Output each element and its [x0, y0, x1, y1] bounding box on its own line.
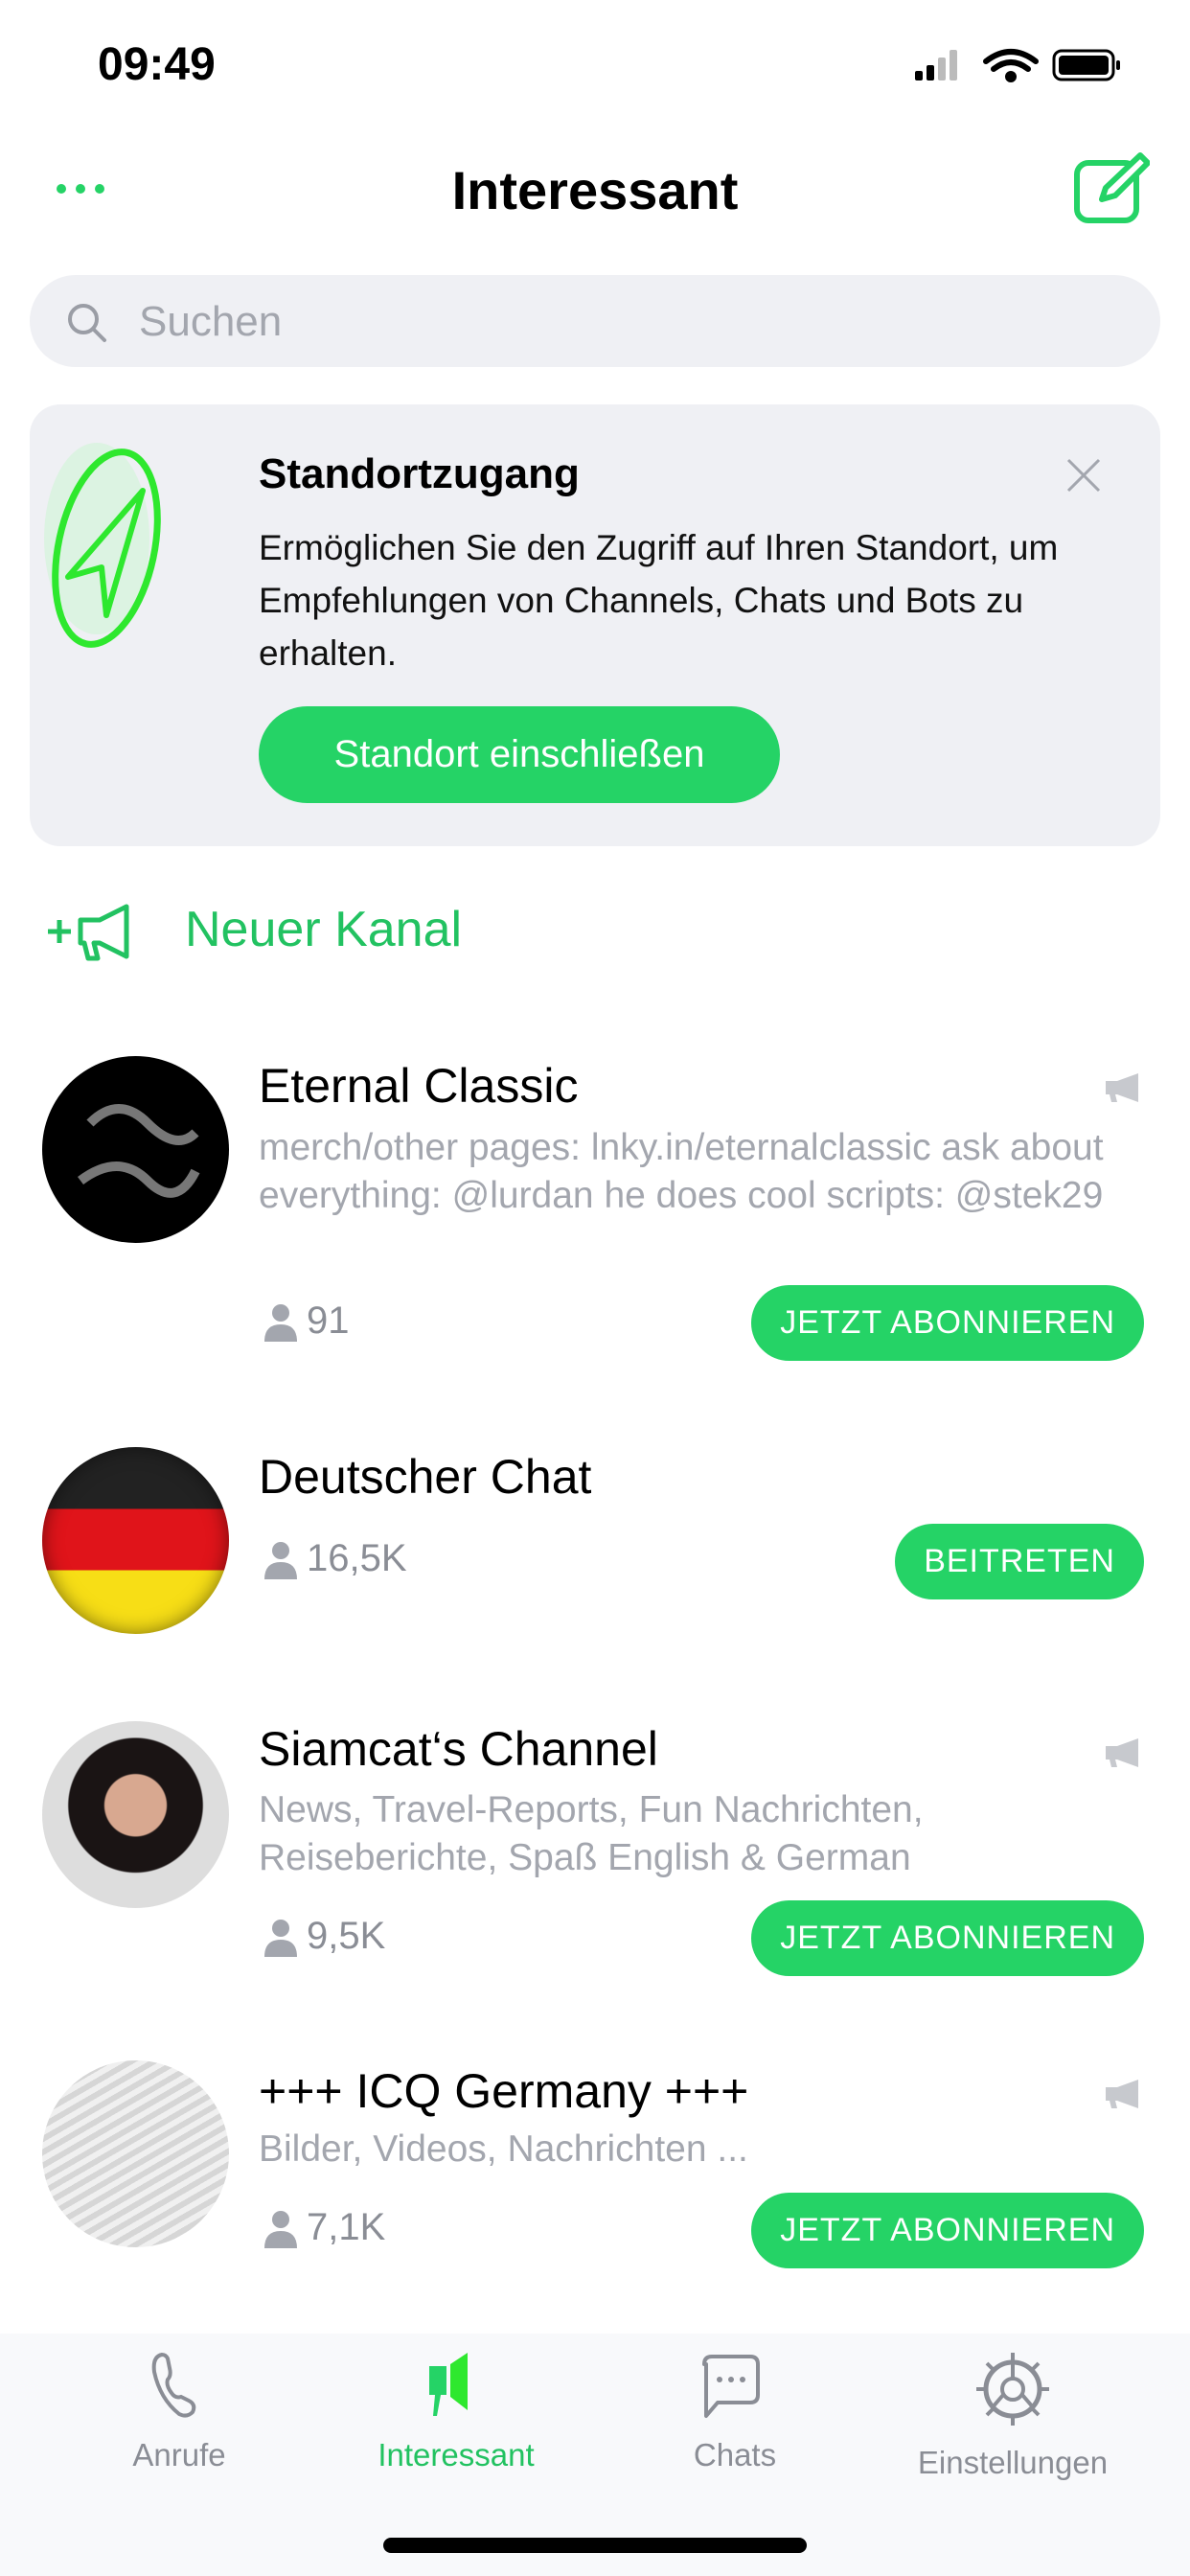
item-title: Siamcat‘s Channel — [259, 1722, 658, 1776]
tab-settings[interactable]: Einstellungen — [888, 2351, 1137, 2481]
tab-interesting[interactable]: Interessant — [332, 2351, 581, 2473]
home-indicator — [383, 2538, 807, 2553]
avatar — [42, 1447, 229, 1634]
member-count: 9,5K — [307, 1915, 386, 1957]
search-input[interactable]: Suchen — [30, 275, 1160, 367]
card-body: Ermöglichen Sie den Zugriff auf Ihren St… — [259, 528, 1059, 673]
gear-icon — [976, 2353, 1049, 2426]
phone-icon — [151, 2352, 196, 2418]
avatar — [42, 2060, 229, 2247]
subscribe-button[interactable]: JETZT ABONNIEREN — [751, 1900, 1144, 1976]
item-description: News, Travel-Reports, Fun Nachrichten, R… — [259, 1789, 924, 1878]
location-card: Standortzugang Ermöglichen Sie den Zugri… — [30, 404, 1160, 846]
members-icon — [264, 2211, 297, 2248]
subscribe-button[interactable]: JETZT ABONNIEREN — [751, 2193, 1144, 2268]
wifi-icon — [983, 49, 1039, 82]
card-title: Standortzugang — [259, 450, 580, 497]
tab-label: Interessant — [378, 2437, 535, 2472]
search-placeholder: Suchen — [139, 298, 283, 345]
close-icon[interactable] — [1064, 456, 1103, 494]
tab-chats[interactable]: Chats — [610, 2351, 859, 2473]
member-count: 7,1K — [307, 2206, 386, 2248]
new-channel-icon — [48, 904, 129, 961]
avatar — [42, 1056, 229, 1243]
item-title: Eternal Classic — [259, 1059, 579, 1113]
channel-megaphone-icon — [1106, 1073, 1138, 1102]
channel-megaphone-icon — [1106, 2080, 1138, 2108]
member-count: 91 — [307, 1300, 350, 1342]
item-title: Deutscher Chat — [259, 1450, 592, 1504]
page-title: Interessant — [451, 160, 739, 220]
search-icon — [68, 304, 106, 342]
location-arrow-icon — [44, 443, 161, 648]
megaphone-icon — [429, 2353, 468, 2416]
tab-label: Chats — [693, 2437, 777, 2472]
include-location-button[interactable]: Standort einschließen — [259, 706, 780, 803]
members-icon — [264, 1304, 297, 1342]
tab-label: Einstellungen — [917, 2445, 1109, 2480]
item-title: +++ ICQ Germany +++ — [259, 2064, 749, 2118]
avatar — [42, 1721, 229, 1908]
compose-icon[interactable] — [1073, 151, 1150, 224]
member-count: 16,5K — [307, 1537, 407, 1579]
subscribe-button[interactable]: JETZT ABONNIEREN — [751, 1285, 1144, 1361]
status-time: 09:49 — [98, 39, 216, 90]
battery-icon — [1052, 49, 1120, 81]
join-button[interactable]: BEITRETEN — [895, 1524, 1144, 1599]
members-icon — [264, 1542, 297, 1579]
new-channel-label: Neuer Kanal — [185, 902, 463, 957]
tab-label: Anrufe — [132, 2437, 226, 2472]
chat-bubble-icon — [702, 2355, 760, 2418]
channel-megaphone-icon — [1106, 1738, 1138, 1767]
item-description: Bilder, Videos, Nachrichten ... — [259, 2128, 748, 2170]
members-icon — [264, 1920, 297, 1957]
status-icons — [915, 49, 1120, 82]
tab-calls[interactable]: Anrufe — [55, 2351, 304, 2473]
item-description: merch/other pages: lnky.in/eternalclassi… — [259, 1127, 1104, 1216]
signal-icon — [915, 50, 957, 80]
